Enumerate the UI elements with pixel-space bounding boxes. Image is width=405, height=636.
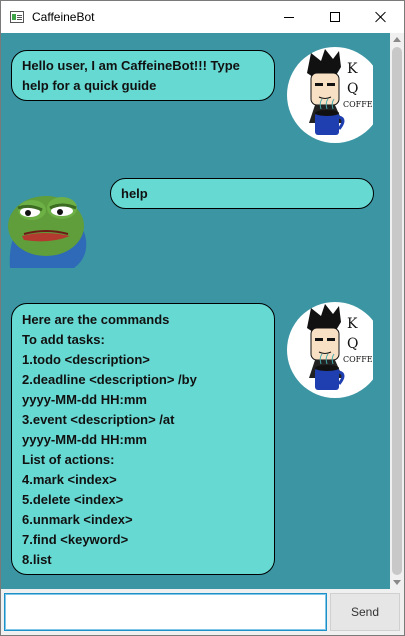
user-message-bubble: help xyxy=(110,178,374,209)
bot-message-line: 2.deadline <description> /by xyxy=(22,372,197,387)
scroll-down-icon[interactable] xyxy=(393,580,401,585)
bot-logo-word: COFFEE xyxy=(343,100,373,109)
bot-message-bubble: Here are the commands To add tasks: 1.to… xyxy=(11,303,275,575)
bot-logo-letter: K xyxy=(347,316,358,332)
bot-message-bubble: Hello user, I am CaffeineBot!!! Type hel… xyxy=(11,50,275,101)
bot-message-line: 5.delete <index> xyxy=(22,492,124,507)
bot-message-line: Here are the commands xyxy=(22,312,170,327)
bot-logo-word: COFFEE xyxy=(343,355,373,364)
minimize-icon xyxy=(284,16,294,18)
close-icon xyxy=(375,11,387,23)
bot-logo-letter: Q xyxy=(347,81,358,97)
bot-message-text: Hello user, I am CaffeineBot!!! Type hel… xyxy=(22,58,240,93)
title-bar[interactable]: CaffeineBot xyxy=(1,1,404,33)
user-message-text: help xyxy=(121,186,148,201)
bot-logo-letter: K xyxy=(347,61,358,77)
bot-message-line: 7.find <keyword> xyxy=(22,532,129,547)
minimize-button[interactable] xyxy=(266,1,312,33)
app-window: CaffeineBot Hello user, I am CaffeineBot… xyxy=(0,0,405,636)
bot-message-line: 6.unmark <index> xyxy=(22,512,133,527)
bot-message-line: To add tasks: xyxy=(22,332,105,347)
bot-avatar: K Q COFFEE xyxy=(287,47,373,143)
chat-scrollbar[interactable] xyxy=(390,33,404,589)
scroll-thumb[interactable] xyxy=(392,47,402,575)
bot-message-line: List of actions: xyxy=(22,452,115,467)
maximize-button[interactable] xyxy=(312,1,358,33)
window-title: CaffeineBot xyxy=(32,10,95,24)
scroll-up-icon[interactable] xyxy=(393,37,401,42)
bot-avatar: K Q COFFEE xyxy=(287,302,373,398)
user-avatar xyxy=(8,196,87,268)
chat-area[interactable]: Hello user, I am CaffeineBot!!! Type hel… xyxy=(1,33,390,589)
bot-message-line: 8.list xyxy=(22,552,52,567)
input-bar: Send xyxy=(1,589,404,635)
bot-message-line: 3.event <description> /at xyxy=(22,412,175,427)
app-icon xyxy=(10,11,24,23)
bot-message-line: yyyy-MM-dd HH:mm xyxy=(22,432,147,447)
send-button[interactable]: Send xyxy=(330,593,400,631)
maximize-icon xyxy=(330,12,340,22)
bot-message-line: 4.mark <index> xyxy=(22,472,117,487)
close-button[interactable] xyxy=(358,1,404,33)
bot-message-line: yyyy-MM-dd HH:mm xyxy=(22,392,147,407)
bot-message-line: 1.todo <description> xyxy=(22,352,150,367)
message-input[interactable] xyxy=(4,593,327,631)
bot-logo-letter: Q xyxy=(347,336,358,352)
